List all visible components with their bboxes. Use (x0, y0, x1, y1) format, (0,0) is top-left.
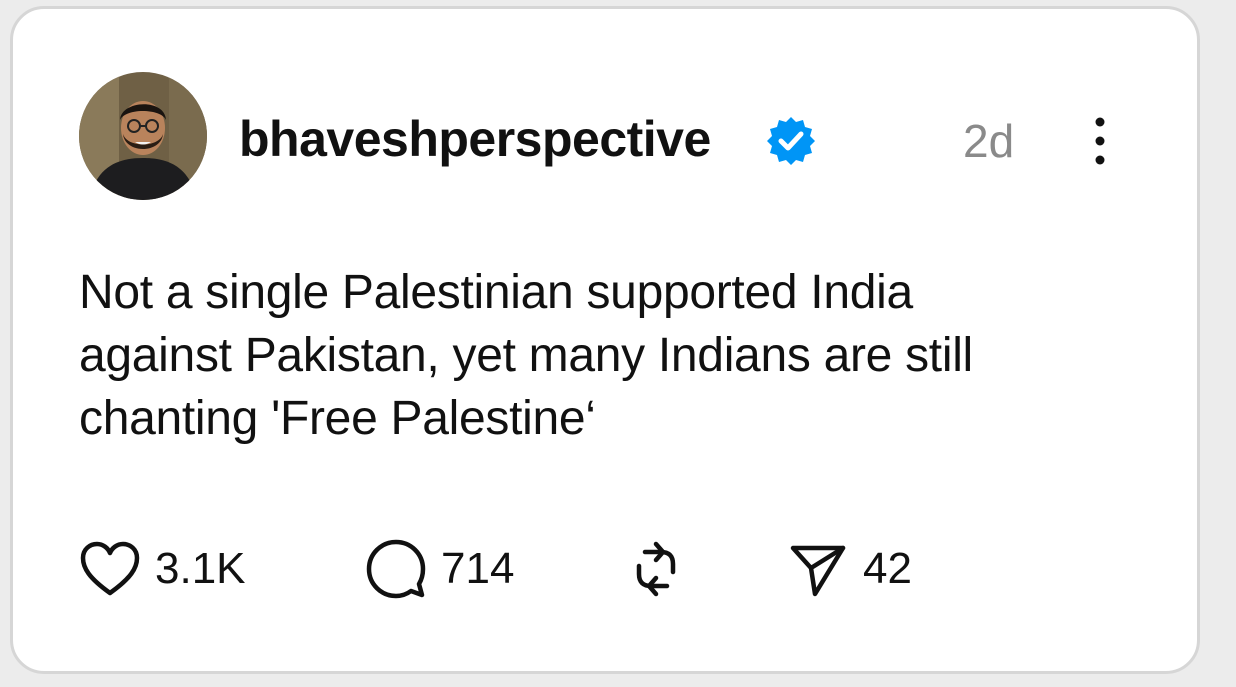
send-icon (790, 545, 846, 597)
repost-icon (636, 541, 676, 597)
post-time: 2d (963, 115, 1015, 167)
repost-button[interactable] (625, 534, 687, 604)
heart-icon (80, 541, 140, 596)
comment-button[interactable]: 714 (365, 534, 514, 604)
like-button[interactable]: 3.1K (79, 534, 246, 604)
avatar[interactable] (79, 72, 207, 200)
username[interactable]: bhaveshperspective (239, 109, 711, 169)
more-vertical-icon[interactable] (1085, 113, 1115, 169)
verified-badge-icon (765, 115, 817, 167)
comment-icon (366, 539, 426, 599)
comment-count: 714 (441, 544, 515, 593)
post-text: Not a single Palestinian supported India… (79, 266, 973, 445)
avatar-image (79, 72, 207, 200)
share-button[interactable]: 42 (787, 534, 912, 604)
like-count: 3.1K (155, 544, 246, 593)
post-card: bhaveshperspective 2d Not a single Pales… (10, 6, 1200, 674)
share-count: 42 (863, 544, 912, 593)
